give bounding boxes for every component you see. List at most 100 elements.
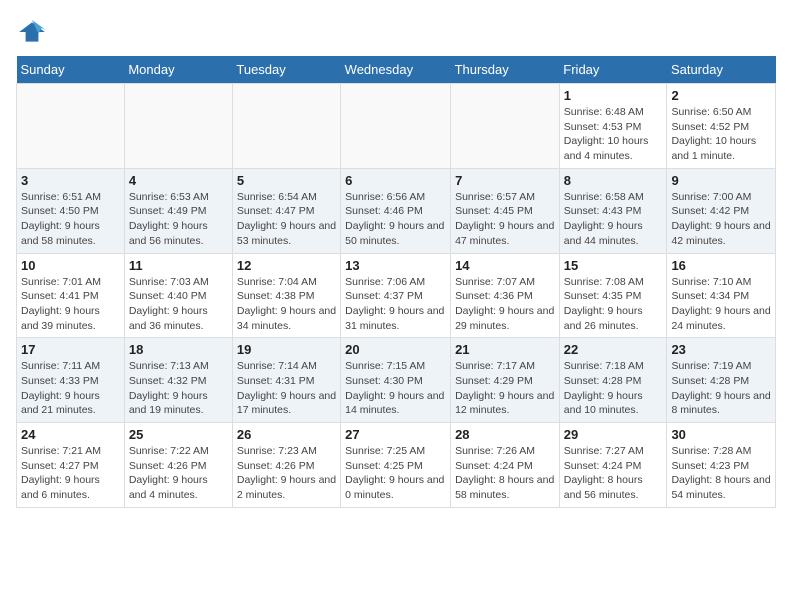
day-number: 14 bbox=[455, 258, 555, 273]
day-info: Sunrise: 7:25 AM Sunset: 4:25 PM Dayligh… bbox=[345, 444, 446, 503]
day-number: 27 bbox=[345, 427, 446, 442]
calendar-cell bbox=[17, 84, 125, 169]
weekday-header-saturday: Saturday bbox=[667, 56, 776, 84]
day-number: 12 bbox=[237, 258, 336, 273]
calendar-cell: 6Sunrise: 6:56 AM Sunset: 4:46 PM Daylig… bbox=[341, 168, 451, 253]
calendar-cell: 17 Sunrise: 7:11 AM Sunset: 4:33 PM Dayli… bbox=[17, 338, 125, 423]
day-info: Sunrise: 6:56 AM Sunset: 4:46 PM Dayligh… bbox=[345, 190, 446, 249]
calendar-cell: 19Sunrise: 7:14 AM Sunset: 4:31 PM Dayli… bbox=[232, 338, 340, 423]
calendar: SundayMondayTuesdayWednesdayThursdayFrid… bbox=[16, 56, 776, 508]
calendar-cell: 3 Sunrise: 6:51 AM Sunset: 4:50 PM Daylig… bbox=[17, 168, 125, 253]
calendar-cell: 8 Sunrise: 6:58 AM Sunset: 4:43 PM Daylig… bbox=[559, 168, 667, 253]
calendar-cell: 20 Sunrise: 7:15 AM Sunset: 4:30 PM Dayli… bbox=[341, 338, 451, 423]
day-info: Sunrise: 6:58 AM Sunset: 4:43 PM Dayligh… bbox=[564, 190, 663, 249]
calendar-body: 1 Sunrise: 6:48 AM Sunset: 4:53 PM Daylig… bbox=[17, 84, 776, 508]
calendar-cell bbox=[451, 84, 560, 169]
calendar-cell: 25 Sunrise: 7:22 AM Sunset: 4:26 PM Dayli… bbox=[124, 423, 232, 508]
day-number: 24 bbox=[21, 427, 120, 442]
day-number: 28 bbox=[455, 427, 555, 442]
day-info: Sunrise: 7:04 AM Sunset: 4:38 PM Dayligh… bbox=[237, 275, 336, 334]
day-number: 25 bbox=[129, 427, 228, 442]
day-number: 30 bbox=[671, 427, 771, 442]
day-info: Sunrise: 7:27 AM Sunset: 4:24 PM Dayligh… bbox=[564, 444, 663, 503]
calendar-week-4: 17 Sunrise: 7:11 AM Sunset: 4:33 PM Dayli… bbox=[17, 338, 776, 423]
weekday-header-friday: Friday bbox=[559, 56, 667, 84]
day-info: Sunrise: 7:13 AM Sunset: 4:32 PM Dayligh… bbox=[129, 359, 228, 418]
weekday-header-row: SundayMondayTuesdayWednesdayThursdayFrid… bbox=[17, 56, 776, 84]
day-number: 29 bbox=[564, 427, 663, 442]
day-number: 15 bbox=[564, 258, 663, 273]
calendar-cell: 2 Sunrise: 6:50 AM Sunset: 4:52 PM Daylig… bbox=[667, 84, 776, 169]
day-info: Sunrise: 7:07 AM Sunset: 4:36 PM Dayligh… bbox=[455, 275, 555, 334]
day-info: Sunrise: 7:18 AM Sunset: 4:28 PM Dayligh… bbox=[564, 359, 663, 418]
day-info: Sunrise: 7:03 AM Sunset: 4:40 PM Dayligh… bbox=[129, 275, 228, 334]
day-number: 4 bbox=[129, 173, 228, 188]
calendar-cell: 18Sunrise: 7:13 AM Sunset: 4:32 PM Dayli… bbox=[124, 338, 232, 423]
weekday-header-thursday: Thursday bbox=[451, 56, 560, 84]
weekday-header-sunday: Sunday bbox=[17, 56, 125, 84]
day-info: Sunrise: 7:22 AM Sunset: 4:26 PM Dayligh… bbox=[129, 444, 228, 503]
weekday-header-monday: Monday bbox=[124, 56, 232, 84]
day-info: Sunrise: 7:11 AM Sunset: 4:33 PM Dayligh… bbox=[21, 359, 120, 418]
day-info: Sunrise: 7:06 AM Sunset: 4:37 PM Dayligh… bbox=[345, 275, 446, 334]
calendar-cell: 21 Sunrise: 7:17 AM Sunset: 4:29 PM Dayli… bbox=[451, 338, 560, 423]
day-number: 10 bbox=[21, 258, 120, 273]
day-number: 21 bbox=[455, 342, 555, 357]
calendar-cell: 16 Sunrise: 7:10 AM Sunset: 4:34 PM Dayli… bbox=[667, 253, 776, 338]
calendar-cell: 22 Sunrise: 7:18 AM Sunset: 4:28 PM Dayli… bbox=[559, 338, 667, 423]
calendar-cell: 15Sunrise: 7:08 AM Sunset: 4:35 PM Dayli… bbox=[559, 253, 667, 338]
day-number: 19 bbox=[237, 342, 336, 357]
day-number: 20 bbox=[345, 342, 446, 357]
calendar-cell: 14 Sunrise: 7:07 AM Sunset: 4:36 PM Dayli… bbox=[451, 253, 560, 338]
day-info: Sunrise: 7:17 AM Sunset: 4:29 PM Dayligh… bbox=[455, 359, 555, 418]
calendar-cell bbox=[341, 84, 451, 169]
day-info: Sunrise: 7:26 AM Sunset: 4:24 PM Dayligh… bbox=[455, 444, 555, 503]
day-number: 22 bbox=[564, 342, 663, 357]
day-info: Sunrise: 6:53 AM Sunset: 4:49 PM Dayligh… bbox=[129, 190, 228, 249]
calendar-week-2: 3 Sunrise: 6:51 AM Sunset: 4:50 PM Daylig… bbox=[17, 168, 776, 253]
day-info: Sunrise: 7:10 AM Sunset: 4:34 PM Dayligh… bbox=[671, 275, 771, 334]
calendar-cell: 24 Sunrise: 7:21 AM Sunset: 4:27 PM Dayli… bbox=[17, 423, 125, 508]
day-info: Sunrise: 7:28 AM Sunset: 4:23 PM Dayligh… bbox=[671, 444, 771, 503]
calendar-cell: 13Sunrise: 7:06 AM Sunset: 4:37 PM Dayli… bbox=[341, 253, 451, 338]
day-number: 3 bbox=[21, 173, 120, 188]
day-info: Sunrise: 6:48 AM Sunset: 4:53 PM Dayligh… bbox=[564, 105, 663, 164]
day-number: 2 bbox=[671, 88, 771, 103]
day-number: 17 bbox=[21, 342, 120, 357]
calendar-cell: 4 Sunrise: 6:53 AM Sunset: 4:49 PM Daylig… bbox=[124, 168, 232, 253]
day-info: Sunrise: 6:50 AM Sunset: 4:52 PM Dayligh… bbox=[671, 105, 771, 164]
calendar-cell: 29 Sunrise: 7:27 AM Sunset: 4:24 PM Dayli… bbox=[559, 423, 667, 508]
calendar-cell: 10Sunrise: 7:01 AM Sunset: 4:41 PM Dayli… bbox=[17, 253, 125, 338]
calendar-cell: 12 Sunrise: 7:04 AM Sunset: 4:38 PM Dayli… bbox=[232, 253, 340, 338]
calendar-cell: 11Sunrise: 7:03 AM Sunset: 4:40 PM Dayli… bbox=[124, 253, 232, 338]
calendar-cell: 30 Sunrise: 7:28 AM Sunset: 4:23 PM Dayli… bbox=[667, 423, 776, 508]
weekday-header-tuesday: Tuesday bbox=[232, 56, 340, 84]
calendar-cell: 26 Sunrise: 7:23 AM Sunset: 4:26 PM Dayli… bbox=[232, 423, 340, 508]
day-number: 9 bbox=[671, 173, 771, 188]
day-info: Sunrise: 7:19 AM Sunset: 4:28 PM Dayligh… bbox=[671, 359, 771, 418]
day-number: 7 bbox=[455, 173, 555, 188]
day-info: Sunrise: 7:00 AM Sunset: 4:42 PM Dayligh… bbox=[671, 190, 771, 249]
calendar-cell: 7 Sunrise: 6:57 AM Sunset: 4:45 PM Daylig… bbox=[451, 168, 560, 253]
day-number: 5 bbox=[237, 173, 336, 188]
logo-icon bbox=[16, 16, 48, 48]
day-number: 1 bbox=[564, 88, 663, 103]
day-info: Sunrise: 7:21 AM Sunset: 4:27 PM Dayligh… bbox=[21, 444, 120, 503]
day-info: Sunrise: 6:57 AM Sunset: 4:45 PM Dayligh… bbox=[455, 190, 555, 249]
day-number: 8 bbox=[564, 173, 663, 188]
day-info: Sunrise: 7:15 AM Sunset: 4:30 PM Dayligh… bbox=[345, 359, 446, 418]
calendar-cell: 5 Sunrise: 6:54 AM Sunset: 4:47 PM Daylig… bbox=[232, 168, 340, 253]
header bbox=[16, 16, 776, 48]
day-info: Sunrise: 7:23 AM Sunset: 4:26 PM Dayligh… bbox=[237, 444, 336, 503]
day-number: 26 bbox=[237, 427, 336, 442]
day-info: Sunrise: 6:54 AM Sunset: 4:47 PM Dayligh… bbox=[237, 190, 336, 249]
calendar-cell bbox=[124, 84, 232, 169]
day-info: Sunrise: 6:51 AM Sunset: 4:50 PM Dayligh… bbox=[21, 190, 120, 249]
weekday-header-wednesday: Wednesday bbox=[341, 56, 451, 84]
calendar-week-1: 1 Sunrise: 6:48 AM Sunset: 4:53 PM Daylig… bbox=[17, 84, 776, 169]
calendar-cell: 27 Sunrise: 7:25 AM Sunset: 4:25 PM Dayli… bbox=[341, 423, 451, 508]
calendar-cell bbox=[232, 84, 340, 169]
day-number: 16 bbox=[671, 258, 771, 273]
calendar-cell: 23 Sunrise: 7:19 AM Sunset: 4:28 PM Dayli… bbox=[667, 338, 776, 423]
day-number: 23 bbox=[671, 342, 771, 357]
